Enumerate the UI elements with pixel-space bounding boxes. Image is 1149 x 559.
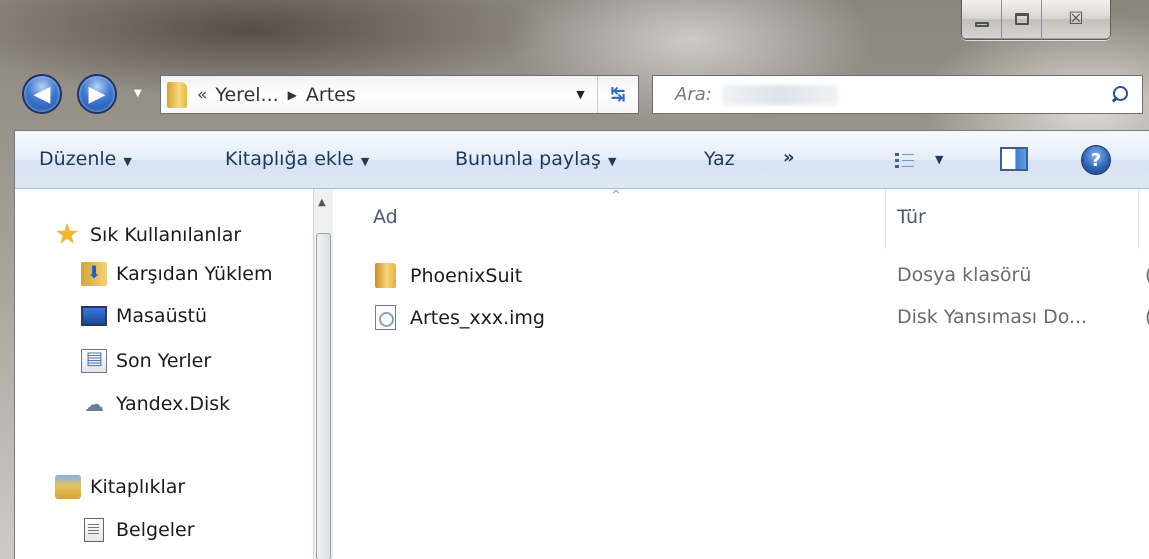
column-divider[interactable] xyxy=(885,189,886,249)
sidebar-item-desktop[interactable]: Masaüstü xyxy=(81,305,207,327)
overflow-chevron[interactable]: « xyxy=(197,85,207,105)
table-row[interactable]: Artes_xxx.img xyxy=(375,305,545,330)
sidebar-item-documents[interactable]: Belgeler xyxy=(81,518,195,542)
sidebar-item-label: Kitaplıklar xyxy=(90,476,186,498)
documents-icon xyxy=(84,518,104,542)
file-name: PhoenixSuit xyxy=(410,264,523,287)
column-header-name[interactable]: Ad xyxy=(373,206,398,228)
sidebar-item-label: Sık Kullanılanlar xyxy=(90,224,242,246)
search-placeholder: Ara: xyxy=(675,84,712,105)
yandex-disk-icon: ☁ xyxy=(84,392,104,416)
sidebar-item-label: Karşıdan Yüklem xyxy=(116,263,273,285)
file-type: Dosya klasörü xyxy=(897,264,1032,286)
views-dropdown-icon[interactable]: ▼ xyxy=(935,153,943,166)
sidebar-item-libraries[interactable]: Kitaplıklar xyxy=(55,475,185,499)
table-row[interactable]: PhoenixSuit xyxy=(375,263,522,288)
sidebar-item-label: Yandex.Disk xyxy=(116,393,231,415)
maximize-icon xyxy=(1014,13,1029,25)
close-icon: ☒ xyxy=(1068,9,1084,29)
clipped-column-text: ( xyxy=(1145,264,1149,286)
dropdown-arrow-icon: ▼ xyxy=(360,155,370,168)
libraries-icon xyxy=(55,475,81,499)
dropdown-arrow-icon: ▼ xyxy=(607,155,617,168)
search-input[interactable]: Ara: xyxy=(652,75,1143,114)
column-divider[interactable] xyxy=(1138,189,1139,249)
breadcrumb-local[interactable]: Yerel... xyxy=(215,84,278,106)
views-icon[interactable] xyxy=(895,151,915,169)
share-with-button[interactable]: Bununla paylaş ▼ xyxy=(455,148,616,170)
caption-buttons: ☒ xyxy=(961,0,1111,40)
star-icon: ★ xyxy=(55,219,80,250)
command-bar: Düzenle ▼ Kitaplığa ekle ▼ Bununla paylaş ▼… xyxy=(15,131,1149,189)
download-folder-icon xyxy=(81,262,107,286)
help-icon[interactable]: ? xyxy=(1081,145,1111,175)
sidebar-item-yandex-disk[interactable]: ☁ Yandex.Disk xyxy=(81,392,230,416)
folder-icon xyxy=(167,81,187,108)
search-redacted-text xyxy=(721,84,838,105)
more-commands-button[interactable]: » xyxy=(783,147,795,168)
navigation-scrollbar[interactable]: ▲ xyxy=(313,189,333,559)
address-bar[interactable]: « Yerel... ▶ Artes ▼ ↹ xyxy=(160,75,639,114)
sidebar-item-label: Son Yerler xyxy=(116,350,212,372)
minimize-icon xyxy=(974,21,989,27)
maximize-button[interactable] xyxy=(1002,0,1042,38)
minimize-button[interactable] xyxy=(962,0,1002,38)
include-library-label: Kitaplığa ekle xyxy=(225,148,354,170)
recent-pages-dropdown[interactable]: ▼ xyxy=(134,88,142,99)
address-dropdown-button[interactable]: ▼ xyxy=(564,76,598,113)
sidebar-item-favorites[interactable]: ★ Sık Kullanılanlar xyxy=(55,219,242,250)
arrow-left-icon: ◀ xyxy=(33,81,51,107)
disk-image-file-icon xyxy=(375,305,396,330)
folder-icon xyxy=(375,263,396,288)
burn-label: Yaz xyxy=(704,148,735,170)
scroll-up-icon[interactable]: ▲ xyxy=(318,197,326,208)
include-in-library-button[interactable]: Kitaplığa ekle ▼ xyxy=(225,148,369,170)
file-name: Artes_xxx.img xyxy=(410,306,545,329)
sidebar-item-downloads[interactable]: Karşıdan Yüklem xyxy=(81,262,273,286)
burn-button[interactable]: Yaz xyxy=(704,148,735,170)
close-button[interactable]: ☒ xyxy=(1042,0,1110,38)
organize-label: Düzenle xyxy=(39,148,117,170)
file-list: ^ Ad Tür PhoenixSuit Dosya klasörü ( Art… xyxy=(335,188,1149,559)
clipped-column-text: ( xyxy=(1145,306,1149,328)
refresh-icon[interactable]: ↹ xyxy=(598,76,638,113)
file-type: Disk Yansıması Do... xyxy=(897,306,1088,328)
navigation-pane: ★ Sık Kullanılanlar Karşıdan Yüklem Masa… xyxy=(15,189,313,559)
organize-button[interactable]: Düzenle ▼ xyxy=(39,148,132,170)
scrollbar-thumb[interactable] xyxy=(316,233,331,559)
sidebar-item-label: Belgeler xyxy=(116,519,195,541)
share-with-label: Bununla paylaş xyxy=(455,148,601,170)
back-button[interactable]: ◀ xyxy=(22,74,62,114)
recent-places-icon xyxy=(81,348,107,373)
sidebar-item-label: Masaüstü xyxy=(116,305,208,327)
search-icon[interactable] xyxy=(1110,85,1128,104)
column-header-type[interactable]: Tür xyxy=(897,206,926,228)
preview-pane-icon[interactable] xyxy=(1000,147,1028,171)
sidebar-item-recent-places[interactable]: Son Yerler xyxy=(81,348,212,373)
sort-ascending-icon: ^ xyxy=(611,188,622,202)
dropdown-arrow-icon: ▼ xyxy=(123,155,132,168)
arrow-right-icon: ▶ xyxy=(88,81,106,107)
breadcrumb-separator-icon[interactable]: ▶ xyxy=(288,88,297,102)
desktop-icon xyxy=(81,306,107,326)
explorer-window: Düzenle ▼ Kitaplığa ekle ▼ Bununla paylaş ▼… xyxy=(14,130,1149,559)
forward-button[interactable]: ▶ xyxy=(77,74,117,114)
breadcrumb-artes[interactable]: Artes xyxy=(306,84,356,106)
